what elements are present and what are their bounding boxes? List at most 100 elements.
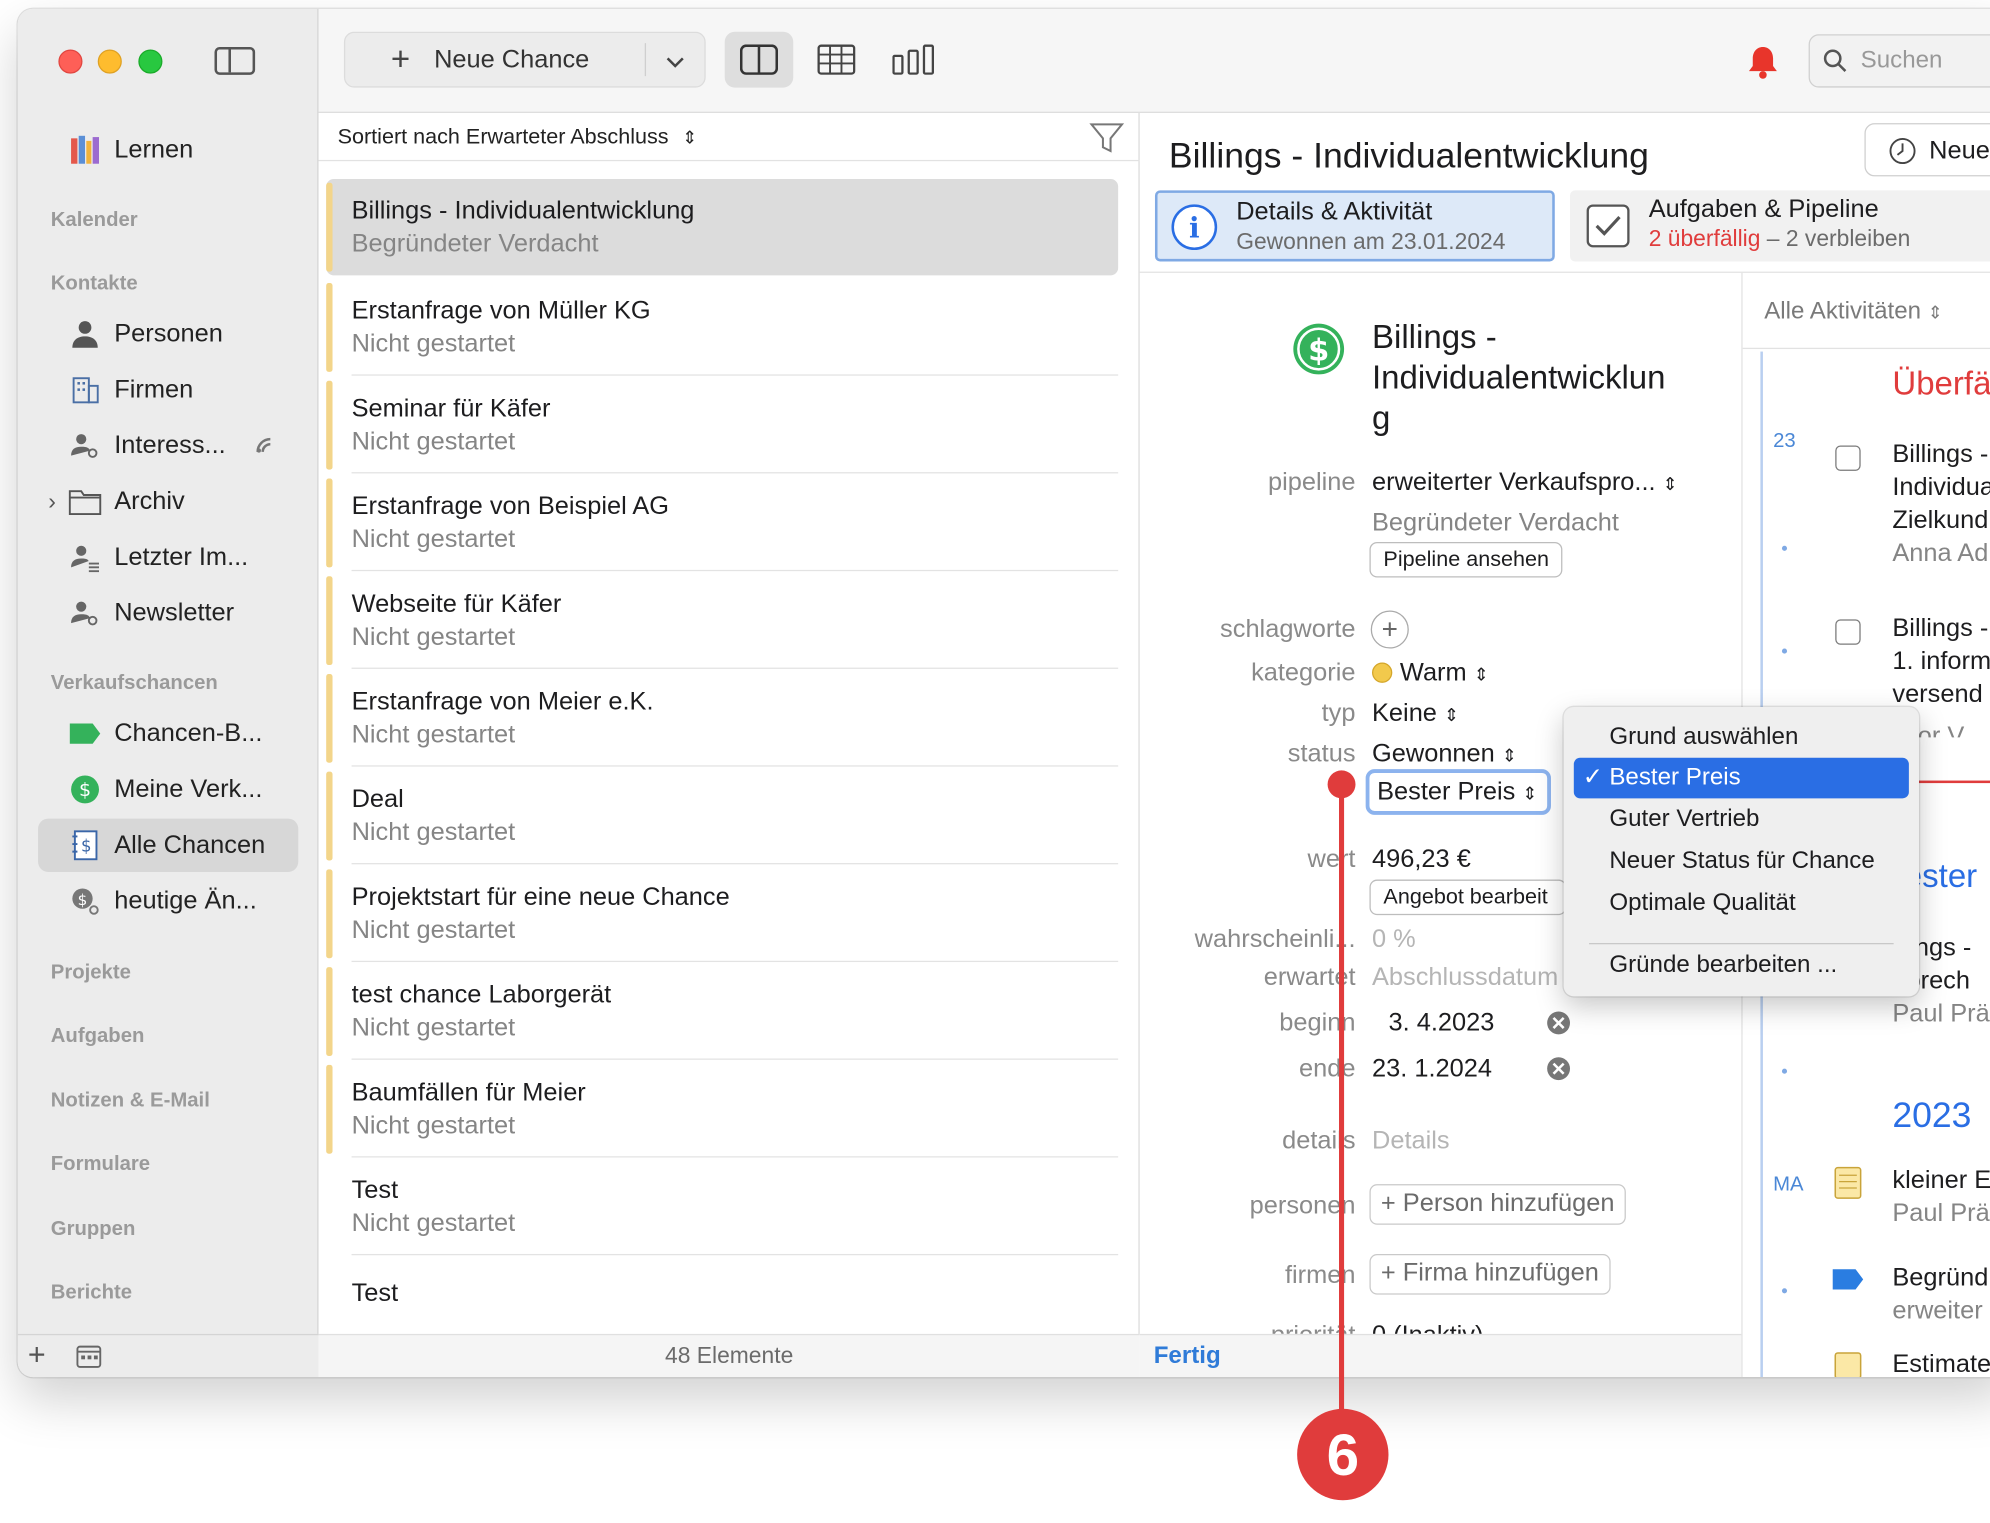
sidebar-item-companies[interactable]: Firmen	[38, 363, 298, 416]
sidebar-item-today-changes[interactable]: $ heutige Än...	[38, 874, 298, 927]
begin-date-field[interactable]: 3. 4.2023	[1389, 1009, 1495, 1038]
chance-list: Sortiert nach Erwarteter Abschluss ⇕ Bil…	[318, 112, 1140, 1378]
list-item[interactable]: Test Nicht gestartet	[326, 1159, 1119, 1256]
list-item[interactable]: Webseite für Käfer Nicht gestartet	[326, 572, 1119, 669]
details-field[interactable]: Details	[1372, 1127, 1450, 1156]
activity-title[interactable]: Estimate	[1892, 1350, 1990, 1377]
list-item[interactable]: Seminar für Käfer Nicht gestartet	[326, 377, 1119, 474]
section-calendar[interactable]: Kalender	[51, 209, 138, 232]
sidebar-item-persons[interactable]: Personen	[38, 307, 298, 360]
menu-item-edit-reasons[interactable]: Gründe bearbeiten ...	[1574, 946, 1909, 987]
activity-title[interactable]: Billings -	[1892, 440, 1988, 469]
menu-item-new-status[interactable]: Neuer Status für Chance	[1574, 841, 1909, 882]
add-company-button[interactable]: + Firma hinzufügen	[1369, 1253, 1611, 1295]
view-pipeline-button[interactable]: Pipeline ansehen	[1369, 541, 1563, 578]
section-tasks[interactable]: Aufgaben	[51, 1026, 145, 1049]
list-item-subtitle: Nicht gestartet	[351, 329, 516, 358]
add-person-button[interactable]: + Person hinzufügen	[1369, 1184, 1626, 1225]
section-projects[interactable]: Projekte	[51, 962, 131, 985]
list-item[interactable]: Billings - Individualentwicklung Begründe…	[326, 178, 1119, 276]
list-item-title: Webseite für Käfer	[351, 590, 562, 619]
add-tag-icon[interactable]: +	[1370, 610, 1409, 649]
person-list-icon	[69, 541, 102, 574]
sort-selector[interactable]: Sortiert nach Erwarteter Abschluss ⇕	[318, 113, 1140, 162]
minimize-window-button[interactable]	[97, 49, 122, 74]
new-activity-button[interactable]: Neue	[1864, 123, 1990, 177]
new-chance-button[interactable]: + Neue Chance	[343, 31, 706, 88]
dollar-icon: $	[1292, 322, 1345, 382]
pipeline-select[interactable]: erweiterter Verkaufspro... ⇕	[1372, 468, 1678, 497]
list-item[interactable]: Projektstart für eine neue Chance Nicht g…	[326, 866, 1119, 963]
list-item-title: Projektstart für eine neue Chance	[351, 883, 730, 912]
activity-title[interactable]: Begründ	[1892, 1264, 1988, 1293]
category-select[interactable]: Warm ⇕	[1372, 659, 1489, 688]
menu-item-best-price[interactable]: ✓ Bester Preis	[1573, 757, 1909, 799]
list-item[interactable]: Baumfällen für Meier Nicht gestartet	[326, 1061, 1119, 1158]
chance-name[interactable]: Billings - Individualentwicklun g	[1372, 316, 1666, 438]
list-item[interactable]: test chance Laborgerät Nicht gestartet	[326, 963, 1119, 1060]
section-groups[interactable]: Gruppen	[51, 1218, 136, 1241]
board-view-button[interactable]	[880, 32, 949, 88]
menu-item-optimal-quality[interactable]: Optimale Qualität	[1574, 883, 1909, 924]
section-forms[interactable]: Formulare	[51, 1154, 150, 1177]
sidebar-item-archive[interactable]: › Archiv	[38, 475, 298, 528]
sidebar-item-my-sales[interactable]: $ Meine Verk...	[38, 763, 298, 816]
sidebar-item-chance-board[interactable]: Chancen-B...	[38, 707, 298, 760]
done-button[interactable]: Fertig	[1139, 1333, 1742, 1378]
notification-bell-icon[interactable]	[1746, 44, 1779, 80]
chevron-down-icon[interactable]	[666, 47, 684, 76]
estimate-icon	[1834, 1352, 1862, 1378]
sidebar-toggle-icon[interactable]	[214, 46, 256, 75]
probability-field[interactable]: 0 %	[1372, 925, 1416, 954]
list-item[interactable]: Erstanfrage von Beispiel AG Nicht gestart…	[326, 475, 1119, 572]
activities-filter[interactable]: Alle Aktivitäten ⇕	[1764, 298, 1942, 326]
list-item-title: Baumfällen für Meier	[351, 1078, 586, 1107]
list-item-title: Test	[351, 1279, 399, 1308]
sidebar-item-newsletter[interactable]: Newsletter	[38, 586, 298, 639]
callout-line	[1339, 783, 1345, 1444]
zoom-window-button[interactable]	[138, 49, 163, 74]
list-item-title: Erstanfrage von Meier e.K.	[351, 687, 654, 716]
svg-text:$: $	[78, 891, 88, 909]
clear-end-icon[interactable]	[1546, 1056, 1571, 1088]
status-stripe	[326, 576, 333, 666]
value-field[interactable]: 496,23 €	[1372, 845, 1471, 874]
type-select[interactable]: Keine ⇕	[1372, 699, 1459, 728]
filter-icon[interactable]	[1089, 122, 1125, 161]
section-sales[interactable]: Verkaufschancen	[51, 673, 218, 696]
reason-select[interactable]: Bester Preis ⇕	[1365, 769, 1551, 815]
activity-title[interactable]: kleiner E	[1892, 1166, 1990, 1195]
activity-checkbox[interactable]	[1835, 619, 1861, 645]
calendar-view-icon[interactable]	[76, 1345, 102, 1374]
section-reports[interactable]: Berichte	[51, 1282, 132, 1305]
list-item[interactable]: Erstanfrage von Meier e.K. Nicht gestarte…	[326, 670, 1119, 767]
list-item[interactable]: Deal Nicht gestartet	[326, 768, 1119, 865]
split-view-button[interactable]	[724, 31, 794, 88]
menu-item-choose-reason[interactable]: Grund auswählen	[1574, 717, 1909, 758]
add-icon[interactable]: +	[28, 1338, 46, 1374]
priority-label: priorität	[1140, 1321, 1356, 1334]
table-view-button[interactable]	[802, 32, 871, 88]
status-stripe	[326, 380, 333, 470]
sidebar-item-learn[interactable]: Lernen	[38, 123, 298, 176]
end-date-field[interactable]: 23. 1.2024	[1372, 1055, 1492, 1084]
section-contacts[interactable]: Kontakte	[51, 273, 138, 296]
edit-offer-button[interactable]: Angebot bearbeit	[1369, 879, 1567, 916]
section-notes[interactable]: Notizen & E-Mail	[51, 1090, 210, 1113]
priority-select[interactable]: 0 (Inaktiv)	[1372, 1321, 1483, 1334]
sidebar-item-last-import[interactable]: Letzter Im...	[38, 531, 298, 584]
sidebar-item-all-chances[interactable]: $ Alle Chancen	[38, 818, 299, 872]
search-field[interactable]: Suchen	[1808, 34, 1990, 88]
menu-item-good-sales[interactable]: Guter Vertrieb	[1574, 800, 1909, 841]
activity-checkbox[interactable]	[1835, 445, 1861, 471]
list-item[interactable]: Erstanfrage von Müller KG Nicht gestartet	[326, 279, 1119, 376]
chevron-right-icon[interactable]: ›	[48, 488, 56, 515]
expected-date-field[interactable]: Abschlussdatum	[1372, 963, 1562, 992]
clear-begin-icon[interactable]	[1546, 1010, 1571, 1042]
close-window-button[interactable]	[58, 49, 83, 74]
status-stripe	[326, 1064, 333, 1154]
status-select[interactable]: Gewonnen ⇕	[1372, 740, 1517, 769]
sort-label: Sortiert nach Erwarteter Abschluss	[337, 124, 669, 149]
activity-title[interactable]: Billings -	[1892, 614, 1988, 643]
sidebar-item-interested[interactable]: Interess...	[38, 419, 298, 472]
